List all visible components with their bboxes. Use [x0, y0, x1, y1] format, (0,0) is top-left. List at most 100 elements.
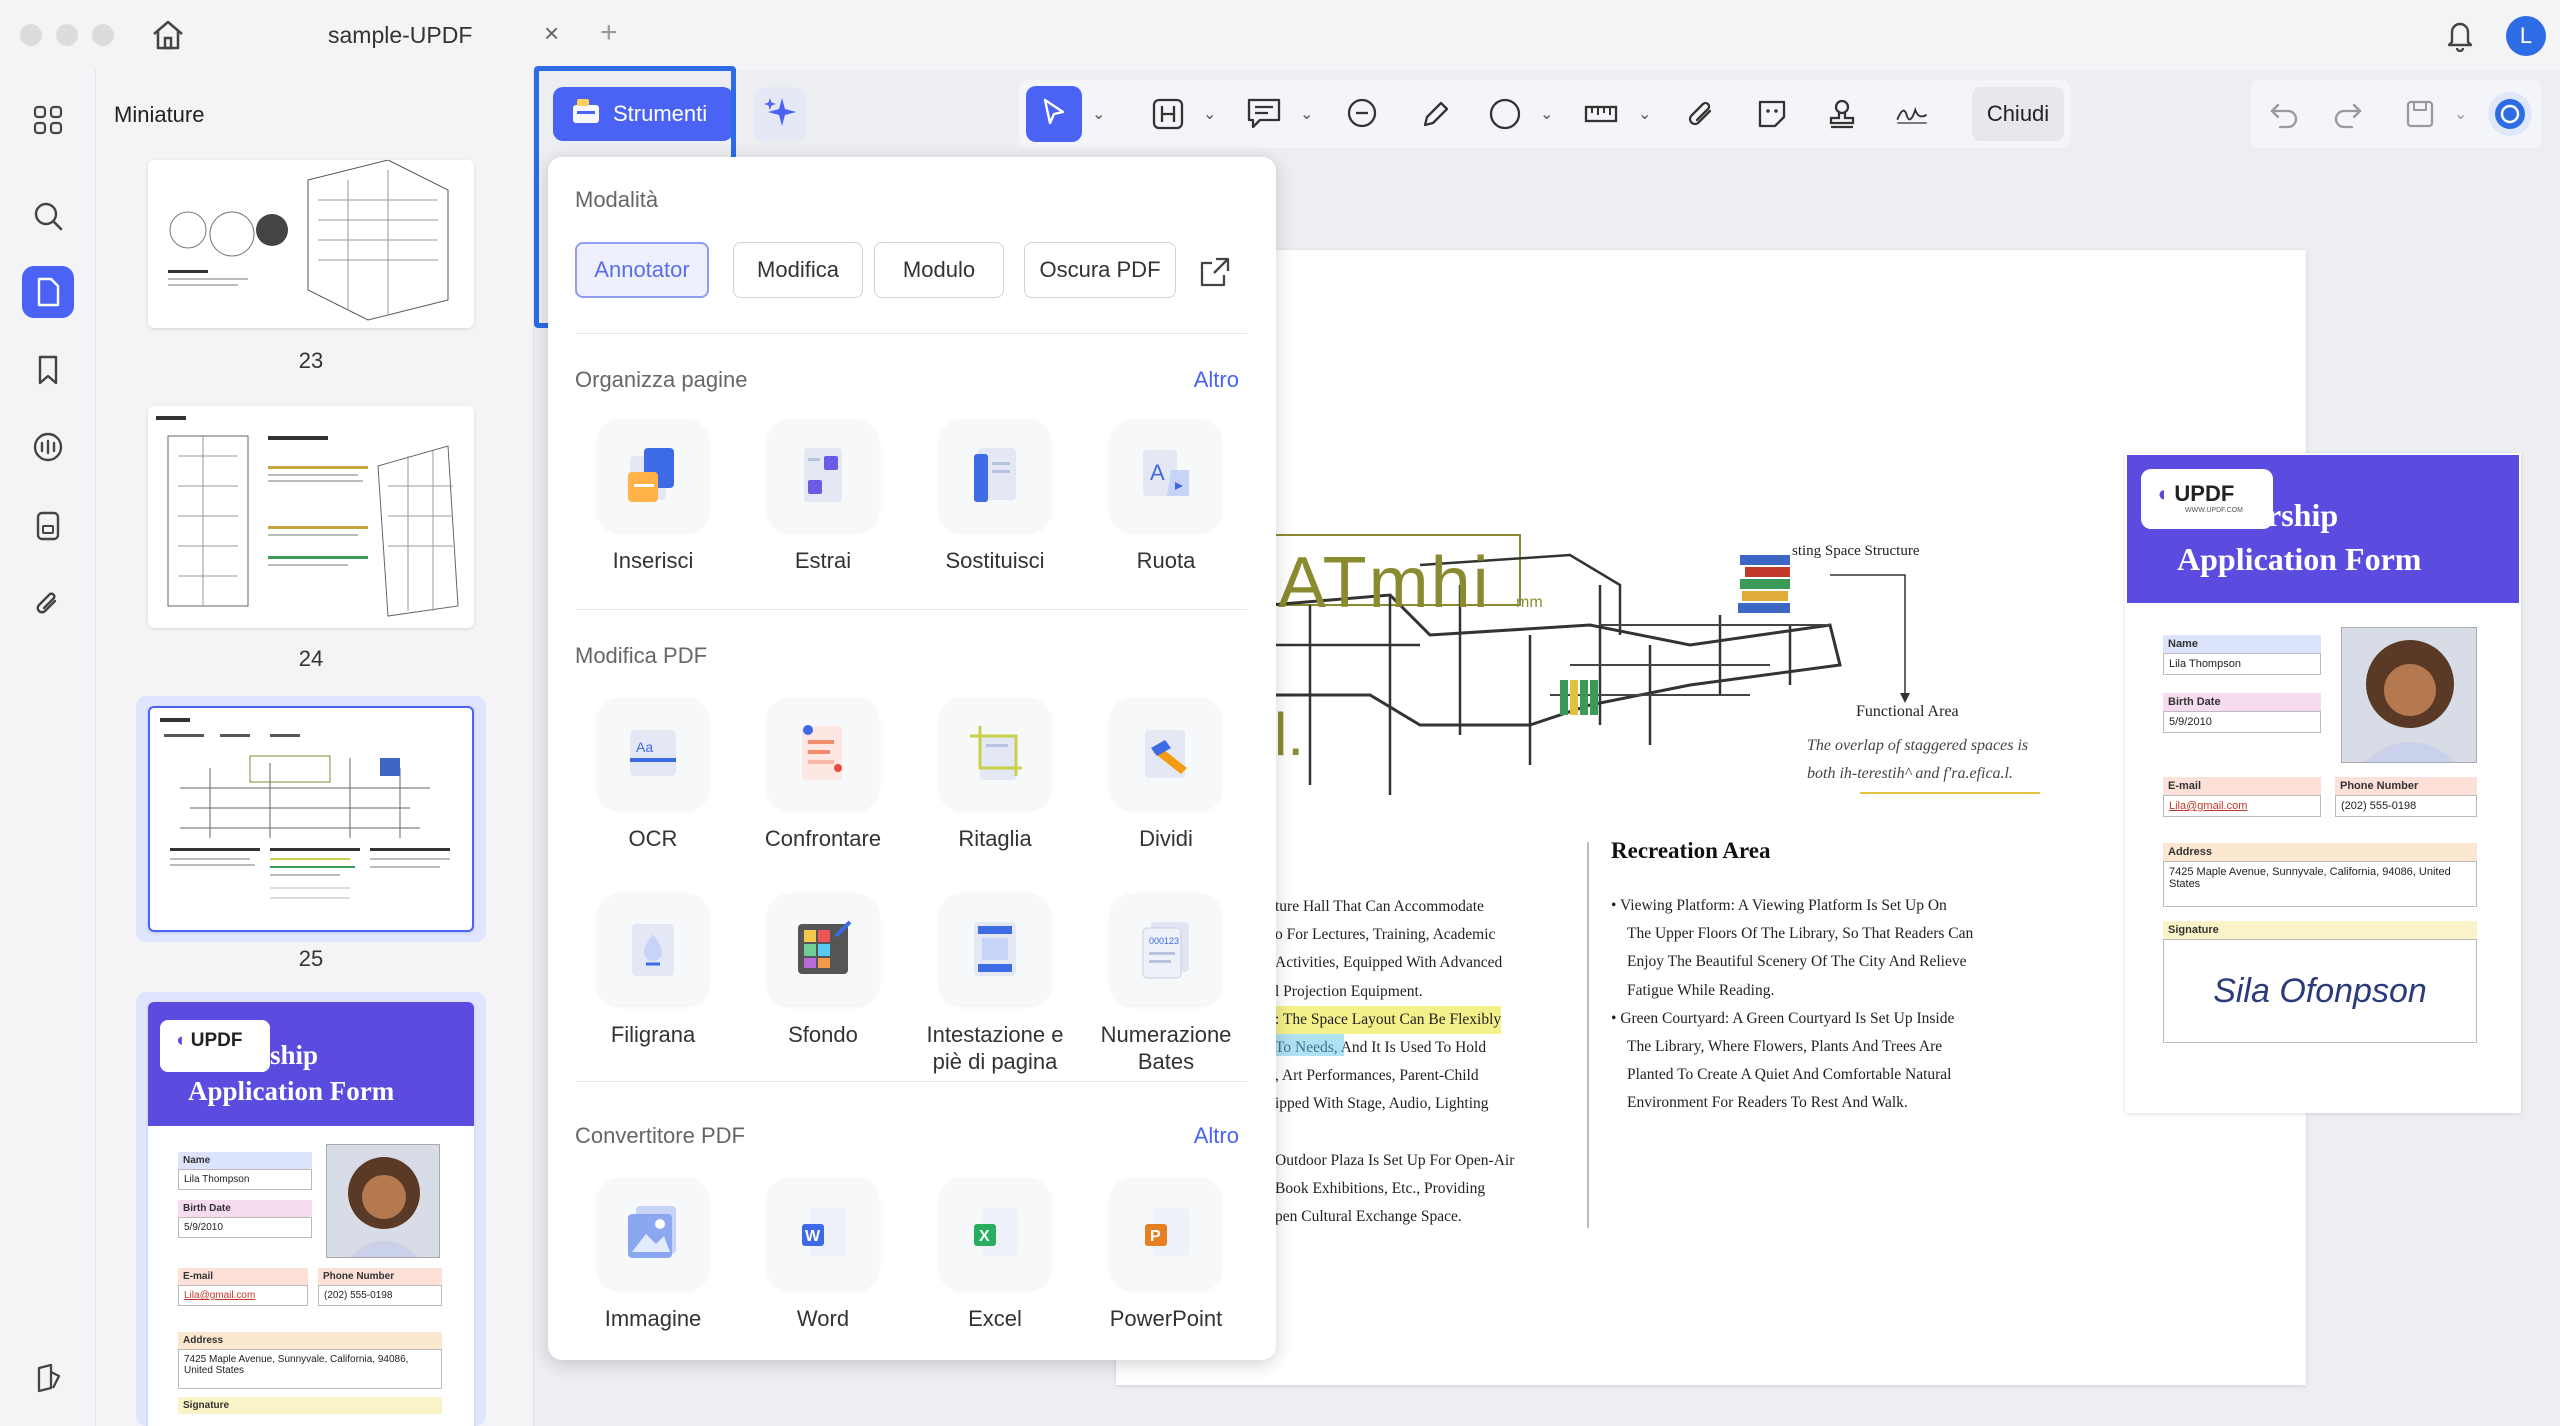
thumbnail-page-25[interactable]: [148, 706, 474, 932]
tool-bates[interactable]: 000123 Numerazione Bates: [1081, 893, 1251, 1075]
pencil-icon[interactable]: [1418, 96, 1454, 132]
tool-filigrana[interactable]: Filigrana: [568, 893, 738, 1048]
window-close-dot[interactable]: [20, 24, 42, 46]
form-address-value: 7425 Maple Avenue, Sunnyvale, California…: [2163, 861, 2477, 907]
select-tool-button[interactable]: [1026, 86, 1082, 142]
mode-modifica-button[interactable]: Modifica: [733, 242, 863, 298]
chevron-down-icon[interactable]: ⌄: [1092, 104, 1105, 124]
tool-confrontare[interactable]: Confrontare: [738, 697, 908, 852]
attach-file-icon[interactable]: [1683, 96, 1719, 132]
edit-section-title: Modifica PDF: [575, 643, 708, 668]
bookmark-icon[interactable]: [22, 344, 74, 396]
tool-label: Intestazione e piè di pagina: [926, 1022, 1064, 1074]
organize-more-link[interactable]: Altro: [1194, 367, 1239, 393]
chevron-down-icon[interactable]: ⌄: [1203, 104, 1216, 124]
form-email-label: E-mail: [178, 1268, 308, 1285]
user-avatar[interactable]: L: [2506, 16, 2546, 56]
tool-ruota[interactable]: A Ruota: [1081, 419, 1251, 574]
mode-oscura-button[interactable]: Oscura PDF: [1024, 242, 1176, 298]
svg-text:X: X: [979, 1228, 990, 1245]
form-name-value: Lila Thompson: [2163, 653, 2321, 675]
stamp-icon[interactable]: [1824, 96, 1860, 132]
measure-icon[interactable]: [1583, 96, 1619, 132]
tab-close-button[interactable]: ×: [544, 18, 559, 49]
divider: [575, 1081, 1247, 1082]
text-line: The Upper Floors Of The Library, So That…: [1627, 925, 1974, 943]
undo-icon[interactable]: [2266, 96, 2302, 132]
text-line: • Viewing Platform: A Viewing Platform I…: [1611, 897, 1947, 914]
text-comment-icon[interactable]: [1246, 96, 1282, 132]
form-email-label: E-mail: [2163, 777, 2321, 795]
redo-icon[interactable]: [2330, 96, 2366, 132]
document-tab-title[interactable]: sample-UPDF: [328, 22, 472, 49]
tool-label: Ruota: [1136, 548, 1196, 573]
sticker-icon[interactable]: [1754, 96, 1790, 132]
form-email-value: Lila@gmail.com: [2163, 795, 2321, 817]
text-line: , Art Performances, Parent-Child: [1275, 1067, 1479, 1085]
paperclip-icon[interactable]: [22, 578, 74, 630]
tool-sostituisci[interactable]: Sostituisci: [910, 419, 1080, 574]
mode-modulo-button[interactable]: Modulo: [874, 242, 1004, 298]
form-phone-label: Phone Number: [2335, 777, 2477, 795]
search-icon[interactable]: [22, 190, 74, 242]
highlight-tool-icon[interactable]: [1150, 96, 1186, 132]
thumbnail-page-24[interactable]: [148, 406, 474, 628]
mode-annotator-button[interactable]: Annotator: [575, 242, 709, 298]
thumbnail-page-26[interactable]: ◖ UPDF rship Application Form Name Lila …: [148, 1002, 474, 1426]
svg-text:W: W: [805, 1228, 821, 1245]
tool-inserisci[interactable]: Inserisci: [568, 419, 738, 574]
tool-intestazione[interactable]: Intestazione e piè di pagina: [910, 893, 1080, 1075]
text-line: ipped With Stage, Audio, Lighting: [1275, 1095, 1489, 1113]
form-birth-value: 5/9/2010: [2163, 711, 2321, 733]
apps-grid-icon[interactable]: [22, 94, 74, 146]
tool-ocr[interactable]: Aa OCR: [568, 697, 738, 852]
save-icon[interactable]: [2402, 96, 2438, 132]
extract-icon: [767, 419, 879, 531]
text-line: : The Space Layout Can Be Flexibly: [1275, 1005, 1502, 1035]
signature-icon[interactable]: [1894, 96, 1930, 132]
chevron-down-icon[interactable]: ⌄: [1638, 104, 1651, 124]
thumbnails-icon[interactable]: [22, 266, 74, 318]
tool-label: Immagine: [604, 1306, 702, 1331]
form-address-label: Address: [178, 1332, 442, 1349]
layers-icon[interactable]: [22, 1352, 74, 1404]
tool-excel[interactable]: X Excel: [910, 1177, 1080, 1332]
mode-section-title: Modalità: [575, 187, 659, 212]
tool-dividi[interactable]: Dividi: [1081, 697, 1251, 852]
home-icon[interactable]: [150, 18, 186, 57]
ai-sparkle-button[interactable]: [754, 87, 806, 141]
tool-estrai[interactable]: Estrai: [738, 419, 908, 574]
attachment-list-icon[interactable]: [22, 500, 74, 552]
open-external-icon[interactable]: [1198, 255, 1232, 294]
form-email-value: Lila@gmail.com: [178, 1285, 308, 1306]
text-line: Outdoor Plaza Is Set Up For Open-Air: [1275, 1151, 1515, 1169]
tool-word[interactable]: W Word: [738, 1177, 908, 1332]
divider: [575, 609, 1247, 610]
form-page: ◖ UPDF WWW.UPDF.COM rship Application Fo…: [2125, 453, 2521, 1113]
window-minimize-dot[interactable]: [56, 24, 78, 46]
updf-ai-icon[interactable]: [2488, 92, 2532, 136]
comment-bubble-icon[interactable]: [1344, 96, 1380, 132]
updf-logo: ◖ UPDF WWW.UPDF.COM: [2141, 469, 2273, 529]
thumbnail-page-23[interactable]: [148, 160, 474, 328]
comments-icon[interactable]: [22, 422, 74, 474]
form-phone-label: Phone Number: [318, 1268, 442, 1285]
bell-icon[interactable]: [2444, 18, 2476, 57]
converter-more-link[interactable]: Altro: [1194, 1123, 1239, 1149]
window-zoom-dot[interactable]: [92, 24, 114, 46]
powerpoint-icon: P: [1110, 1177, 1222, 1289]
tool-sfondo[interactable]: Sfondo: [738, 893, 908, 1048]
chevron-down-icon[interactable]: ⌄: [1540, 104, 1553, 124]
tool-immagine[interactable]: Immagine: [568, 1177, 738, 1332]
new-tab-button[interactable]: +: [600, 16, 618, 50]
tool-powerpoint[interactable]: P PowerPoint: [1081, 1177, 1251, 1332]
tool-ritaglia[interactable]: Ritaglia: [910, 697, 1080, 852]
thumbnail-page-number: 25: [298, 946, 324, 971]
shape-circle-icon[interactable]: [1487, 96, 1523, 132]
compare-icon: [767, 697, 879, 809]
chiudi-button[interactable]: Chiudi: [1972, 87, 2064, 141]
organize-section-title: Organizza pagine: [575, 367, 748, 392]
form-photo: [2341, 627, 2477, 763]
chevron-down-icon[interactable]: ⌄: [2454, 104, 2467, 124]
chevron-down-icon[interactable]: ⌄: [1300, 104, 1313, 124]
